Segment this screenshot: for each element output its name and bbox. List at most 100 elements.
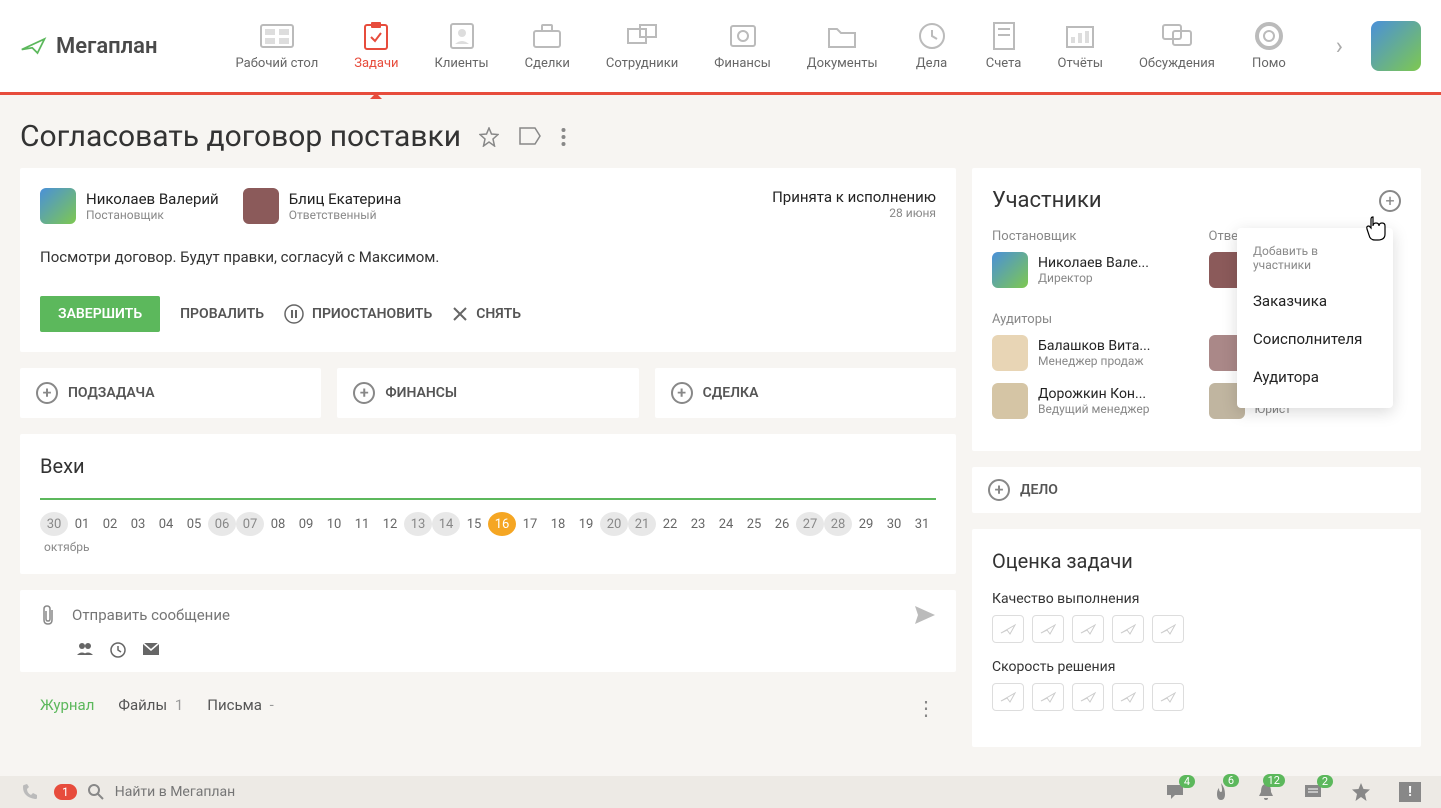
logo[interactable]: Мегаплан xyxy=(20,32,158,60)
rating-star[interactable] xyxy=(1072,615,1104,643)
day-cell[interactable]: 17 xyxy=(516,512,544,536)
star-icon[interactable] xyxy=(1351,782,1371,802)
day-cell[interactable]: 07 xyxy=(236,512,264,536)
milestones-title: Вехи xyxy=(40,454,936,478)
day-cell[interactable]: 05 xyxy=(180,512,208,536)
nav-scroll-right[interactable]: › xyxy=(1328,32,1351,60)
day-cell[interactable]: 21 xyxy=(628,512,656,536)
rating-star[interactable] xyxy=(992,683,1024,711)
more-icon[interactable] xyxy=(561,127,566,147)
user-avatar[interactable] xyxy=(1371,21,1421,71)
rating-star[interactable] xyxy=(1032,683,1064,711)
people-icon[interactable] xyxy=(76,642,94,658)
search-input[interactable] xyxy=(115,784,667,800)
send-icon[interactable] xyxy=(914,605,936,625)
comment-input[interactable] xyxy=(72,606,898,624)
tag-icon[interactable] xyxy=(519,127,541,147)
phone-icon[interactable] xyxy=(0,783,60,801)
day-cell[interactable]: 18 xyxy=(544,512,572,536)
nav-finance[interactable]: Финансы xyxy=(696,12,789,81)
search-bar[interactable] xyxy=(77,783,677,801)
participant-auditor[interactable]: Дорожкин Кон...Ведущий менеджер xyxy=(992,383,1185,419)
popup-item-coexecutor[interactable]: Соисполнителя xyxy=(1237,320,1393,358)
tab-journal[interactable]: Журнал xyxy=(40,696,94,720)
day-cell[interactable]: 25 xyxy=(740,512,768,536)
day-cell[interactable]: 26 xyxy=(768,512,796,536)
rating-star[interactable] xyxy=(1072,683,1104,711)
add-participant-button[interactable]: + xyxy=(1379,190,1401,212)
tab-files[interactable]: Файлы 1 xyxy=(118,696,183,720)
task-owner[interactable]: Николаев ВалерийПостановщик xyxy=(40,188,219,224)
mail-icon[interactable] xyxy=(142,642,160,658)
day-cell[interactable]: 30 xyxy=(880,512,908,536)
nav-employees[interactable]: Сотрудники xyxy=(588,12,696,81)
participant-auditor[interactable]: Балашков Вита...Менеджер продаж xyxy=(992,335,1185,371)
rating-star[interactable] xyxy=(1032,615,1064,643)
day-cell[interactable]: 20 xyxy=(600,512,628,536)
day-cell[interactable]: 15 xyxy=(460,512,488,536)
nav-todo[interactable]: Дела xyxy=(896,12,968,81)
add-deal-button[interactable]: +СДЕЛКА xyxy=(655,368,956,418)
day-cell[interactable]: 31 xyxy=(908,512,936,536)
day-cell[interactable]: 09 xyxy=(292,512,320,536)
tabs-more-icon[interactable]: ⋮ xyxy=(916,696,936,720)
day-cell[interactable]: 19 xyxy=(572,512,600,536)
alert-icon[interactable]: ! xyxy=(1399,782,1421,802)
day-cell[interactable]: 23 xyxy=(684,512,712,536)
fail-button[interactable]: ПРОВАЛИТЬ xyxy=(180,306,264,322)
day-cell[interactable]: 12 xyxy=(376,512,404,536)
cancel-button[interactable]: СНЯТЬ xyxy=(452,306,521,322)
rating-star[interactable] xyxy=(1112,683,1144,711)
day-cell[interactable]: 22 xyxy=(656,512,684,536)
day-cell[interactable]: 03 xyxy=(124,512,152,536)
add-participant-popup: Добавить в участники Заказчика Соисполни… xyxy=(1237,228,1393,408)
star-icon[interactable] xyxy=(479,127,499,147)
day-cell[interactable]: 30 xyxy=(40,512,68,536)
rating-star[interactable] xyxy=(1152,683,1184,711)
day-cell[interactable]: 02 xyxy=(96,512,124,536)
bell-icon[interactable]: 12 xyxy=(1257,782,1275,802)
popup-item-auditor[interactable]: Аудитора xyxy=(1237,358,1393,396)
chat-icon[interactable]: 4 xyxy=(1165,783,1185,801)
day-cell[interactable]: 01 xyxy=(68,512,96,536)
nav-reports[interactable]: Отчёты xyxy=(1040,12,1121,81)
avatar xyxy=(243,188,279,224)
nav-help[interactable]: Помо xyxy=(1233,12,1305,81)
day-cell[interactable]: 28 xyxy=(824,512,852,536)
day-cell[interactable]: 11 xyxy=(348,512,376,536)
complete-button[interactable]: ЗАВЕРШИТЬ xyxy=(40,296,160,332)
nav-documents[interactable]: Документы xyxy=(789,12,896,81)
day-cell[interactable]: 10 xyxy=(320,512,348,536)
message-icon[interactable]: 2 xyxy=(1303,783,1323,801)
time-icon[interactable] xyxy=(110,642,126,658)
day-cell[interactable]: 29 xyxy=(852,512,880,536)
nav-discussions[interactable]: Обсуждения xyxy=(1121,12,1233,81)
nav-desktop[interactable]: Рабочий стол xyxy=(218,12,337,81)
day-cell[interactable]: 06 xyxy=(208,512,236,536)
add-activity-button[interactable]: +ДЕЛО xyxy=(972,467,1421,513)
nav-invoices[interactable]: Счета xyxy=(968,12,1040,81)
rating-star[interactable] xyxy=(992,615,1024,643)
day-cell[interactable]: 04 xyxy=(152,512,180,536)
day-cell[interactable]: 24 xyxy=(712,512,740,536)
task-assignee[interactable]: Блиц ЕкатеринаОтветственный xyxy=(243,188,402,224)
tab-letters[interactable]: Письма - xyxy=(207,696,274,720)
day-cell[interactable]: 16 xyxy=(488,512,516,536)
popup-item-customer[interactable]: Заказчика xyxy=(1237,282,1393,320)
fire-icon[interactable]: 6 xyxy=(1213,782,1229,802)
attach-icon[interactable] xyxy=(40,604,56,626)
participant-owner[interactable]: Николаев Вале...Директор xyxy=(992,252,1185,288)
day-cell[interactable]: 27 xyxy=(796,512,824,536)
add-subtask-button[interactable]: +ПОДЗАДАЧА xyxy=(20,368,321,418)
rating-star[interactable] xyxy=(1112,615,1144,643)
rating-star[interactable] xyxy=(1152,615,1184,643)
add-finance-button[interactable]: +ФИНАНСЫ xyxy=(337,368,638,418)
nav-tasks[interactable]: Задачи xyxy=(336,12,416,81)
pause-button[interactable]: ПРИОСТАНОВИТЬ xyxy=(284,304,432,324)
day-cell[interactable]: 13 xyxy=(404,512,432,536)
nav-clients[interactable]: Клиенты xyxy=(417,12,507,81)
nav-deals[interactable]: Сделки xyxy=(507,12,588,81)
day-cell[interactable]: 14 xyxy=(432,512,460,536)
day-cell[interactable]: 08 xyxy=(264,512,292,536)
page-title: Согласовать договор поставки xyxy=(20,119,461,154)
